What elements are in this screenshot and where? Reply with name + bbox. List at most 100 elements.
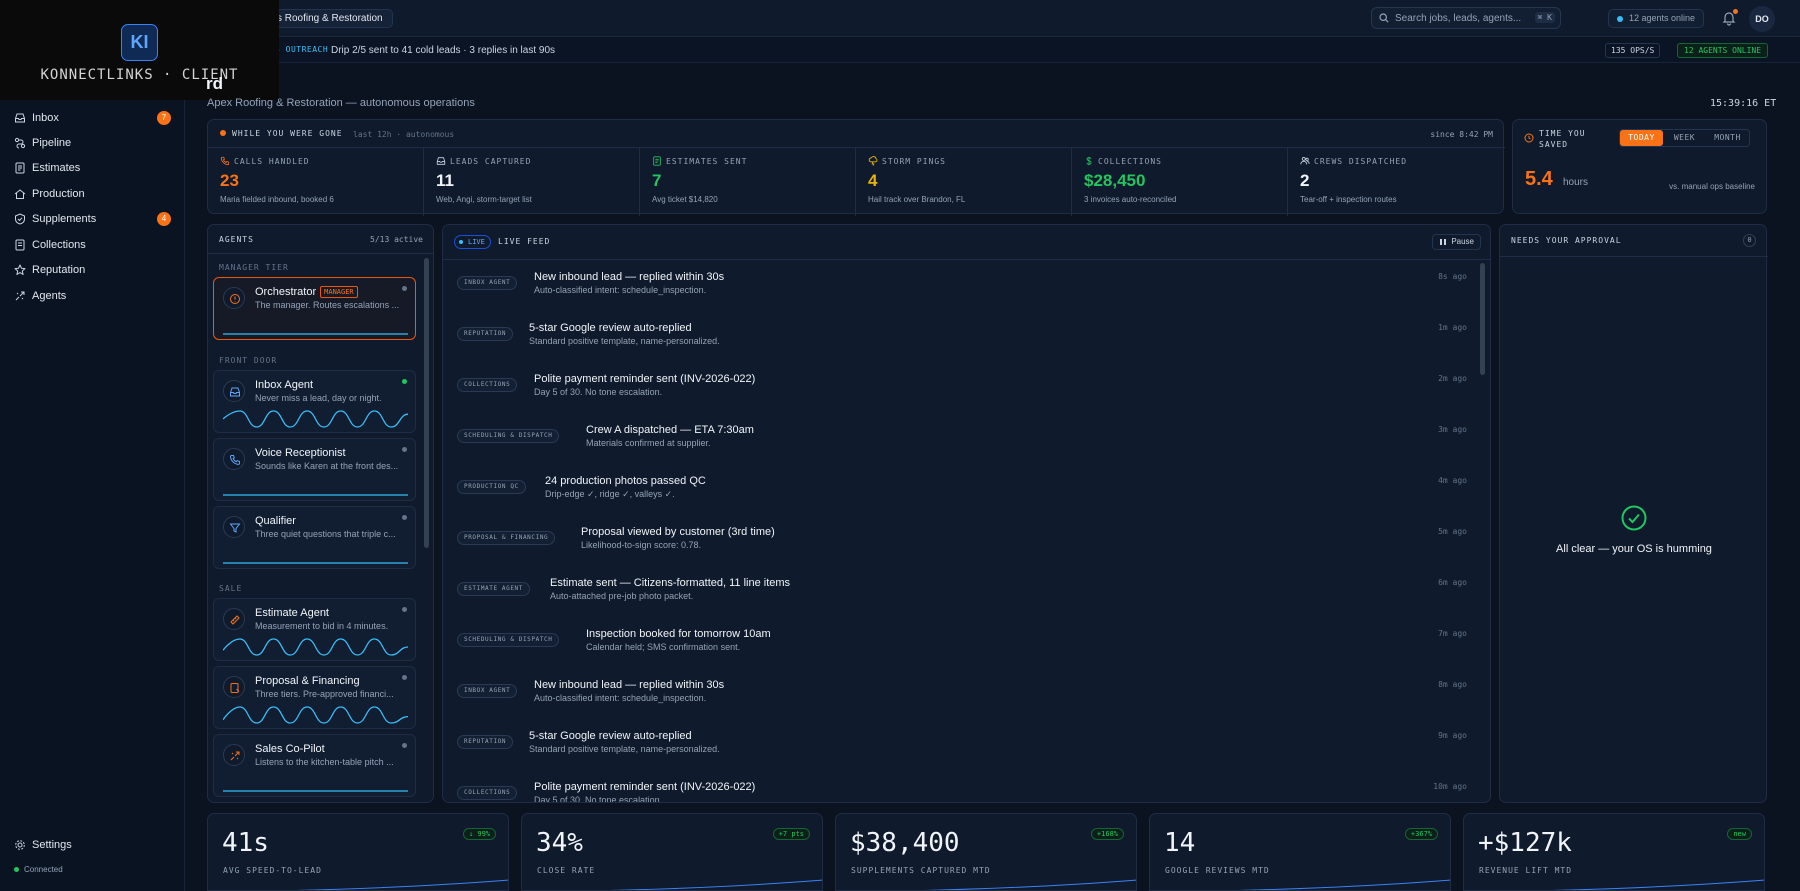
pause-button[interactable]: Pause <box>1432 234 1481 250</box>
sidebar-item-agents[interactable]: Agents <box>0 285 185 307</box>
feed-item[interactable]: SCHEDULING & DISPATCH Crew A dispatched —… <box>457 418 1467 469</box>
agent-name-text: Orchestrator <box>255 286 317 298</box>
search-input[interactable]: Search jobs, leads, agents... ⌘ K <box>1371 7 1561 29</box>
tab-week[interactable]: WEEK <box>1663 130 1706 146</box>
sidebar-item-label: Collections <box>32 239 86 251</box>
time-saved-unit: hours <box>1563 177 1589 188</box>
manager-tag: MANAGER <box>320 286 358 298</box>
approval-count: 0 <box>1743 234 1756 247</box>
sidebar-item-collections[interactable]: Collections <box>0 234 185 256</box>
agent-activity-sparkline <box>223 638 408 656</box>
agent-card-voice-receptionist[interactable]: Voice Receptionist Sounds like Karen at t… <box>213 438 416 501</box>
stat-label-text: CREWS DISPATCHED <box>1314 157 1408 166</box>
feed-item-title: 5-star Google review auto-replied <box>529 730 692 742</box>
feed-item[interactable]: PROPOSAL & FINANCING Proposal viewed by c… <box>457 520 1467 571</box>
while-you-were-gone-panel: WHILE YOU WERE GONE last 12h · autonomou… <box>207 119 1505 216</box>
agent-description: Sounds like Karen at the front des... <box>255 461 399 471</box>
sidebar-item-production[interactable]: Production <box>0 183 185 205</box>
kpi-trend-line <box>610 879 822 890</box>
copilot-icon <box>230 751 240 761</box>
kpi-card-close-rate: 34% CLOSE RATE +7 pts <box>521 813 823 891</box>
sidebar-item-label: Production <box>32 188 85 200</box>
sidebar-item-supplements[interactable]: Supplements 4 <box>0 208 185 230</box>
feed-item-time: 2m ago <box>1438 374 1467 383</box>
sidebar-item-label: Agents <box>32 290 67 302</box>
kpi-value: 34% <box>536 828 583 858</box>
agent-activity-sparkline <box>223 706 408 724</box>
inbox-icon <box>436 157 446 165</box>
agents-panel: AGENTS 5/13 active MANAGER TIER FRONT DO… <box>207 224 434 803</box>
supplements-icon <box>15 213 25 225</box>
top-bar: s Roofing & Restoration Search jobs, lea… <box>185 0 1800 37</box>
agent-card-orchestrator[interactable]: Orchestrator MANAGER The manager. Routes e… <box>213 277 416 340</box>
agent-status-dot <box>402 675 407 680</box>
agents-scrollbar[interactable] <box>424 258 429 548</box>
feed-item-title: Proposal viewed by customer (3rd time) <box>581 526 775 538</box>
tab-today[interactable]: TODAY <box>1620 130 1663 146</box>
feed-item-tag: INBOX AGENT <box>457 276 518 290</box>
inbox-badge: 7 <box>157 111 171 125</box>
agent-name: Inbox Agent <box>255 379 313 391</box>
stat-value: 11 <box>436 171 454 190</box>
tier-label: MANAGER TIER <box>219 263 289 272</box>
stat-value: 7 <box>652 171 662 190</box>
feed-item-title: 5-star Google review auto-replied <box>529 322 692 334</box>
agent-name: Qualifier <box>255 515 296 527</box>
avatar[interactable]: DO <box>1749 6 1775 32</box>
filter-icon <box>229 523 241 533</box>
feed-item[interactable]: INBOX AGENT New inbound lead — replied wi… <box>457 265 1467 316</box>
sidebar-item-settings[interactable]: Settings <box>0 834 185 856</box>
feed-scrollbar[interactable] <box>1480 263 1485 375</box>
agent-card-qualifier[interactable]: Qualifier Three quiet questions that trip… <box>213 506 416 569</box>
feed-title: LIVE FEED <box>498 237 551 246</box>
workspace-switcher[interactable]: s Roofing & Restoration <box>267 9 393 28</box>
feed-item-subtitle: Auto-attached pre-job photo packet. <box>550 591 694 601</box>
agent-card-proposal-financing[interactable]: Proposal & Financing Three tiers. Pre-app… <box>213 666 416 729</box>
agent-name-text: Voice Receptionist <box>255 447 346 459</box>
feed-item-tag: COLLECTIONS <box>457 786 518 800</box>
stat-value: $28,450 <box>1084 171 1146 190</box>
kpi-trend-line <box>924 879 1136 890</box>
stat-value: 23 <box>220 171 239 190</box>
feed-item[interactable]: COLLECTIONS Polite payment reminder sent … <box>457 775 1467 802</box>
tab-month[interactable]: MONTH <box>1706 130 1749 146</box>
feed-item[interactable]: PRODUCTION QC 24 production photos passed… <box>457 469 1467 520</box>
sidebar-item-estimates[interactable]: Estimates <box>0 157 185 179</box>
agent-icon-badge <box>223 608 245 630</box>
agent-card-sales-co-pilot[interactable]: Sales Co-Pilot Listens to the kitchen-tab… <box>213 734 416 797</box>
feed-item[interactable]: ESTIMATE AGENT Estimate sent — Citizens-f… <box>457 571 1467 622</box>
agent-activity-sparkline <box>223 790 408 792</box>
feed-item[interactable]: SCHEDULING & DISPATCH Inspection booked f… <box>457 622 1467 673</box>
agent-status-dot <box>402 607 407 612</box>
feed-item[interactable]: REPUTATION 5-star Google review auto-repl… <box>457 724 1467 775</box>
feed-item-time: 8m ago <box>1438 680 1467 689</box>
tier-label: FRONT DOOR <box>219 356 278 365</box>
notifications-button[interactable] <box>1719 8 1739 28</box>
panel-title: WHILE YOU WERE GONE <box>220 129 343 138</box>
agents-title: AGENTS <box>219 235 254 244</box>
sidebar-item-pipeline[interactable]: Pipeline <box>0 132 185 154</box>
orchestrator-icon <box>230 294 240 304</box>
stat-label-text: STORM PINGS <box>882 157 946 166</box>
feed-item-title: New inbound lead — replied within 30s <box>534 271 725 283</box>
check-circle-icon <box>1621 505 1647 531</box>
agent-name: Sales Co-Pilot <box>255 743 325 755</box>
feed-item[interactable]: COLLECTIONS Polite payment reminder sent … <box>457 367 1467 418</box>
sidebar-item-reputation[interactable]: Reputation <box>0 259 185 281</box>
agent-status-dot <box>402 515 407 520</box>
feed-item-title: 24 production photos passed QC <box>545 475 706 487</box>
agents-count: 5/13 active <box>370 235 423 244</box>
agent-name-text: Inbox Agent <box>255 379 314 391</box>
agent-status-dot <box>402 286 407 291</box>
feed-item-subtitle: Day 5 of 30. No tone escalation. <box>534 387 663 397</box>
stat-sub: 3 invoices auto-reconciled <box>1084 195 1177 204</box>
sidebar-item-inbox[interactable]: Inbox 7 <box>0 107 185 129</box>
agent-card-inbox-agent[interactable]: Inbox Agent Never miss a lead, day or nig… <box>213 370 416 433</box>
inbox-icon <box>15 113 25 123</box>
pipeline-icon <box>14 137 26 149</box>
feed-item[interactable]: INBOX AGENT New inbound lead — replied wi… <box>457 673 1467 724</box>
storm-icon <box>868 156 878 166</box>
agent-card-estimate-agent[interactable]: Estimate Agent Measurement to bid in 4 mi… <box>213 598 416 661</box>
feed-item[interactable]: REPUTATION 5-star Google review auto-repl… <box>457 316 1467 367</box>
feed-item-time: 10m ago <box>1433 782 1467 791</box>
